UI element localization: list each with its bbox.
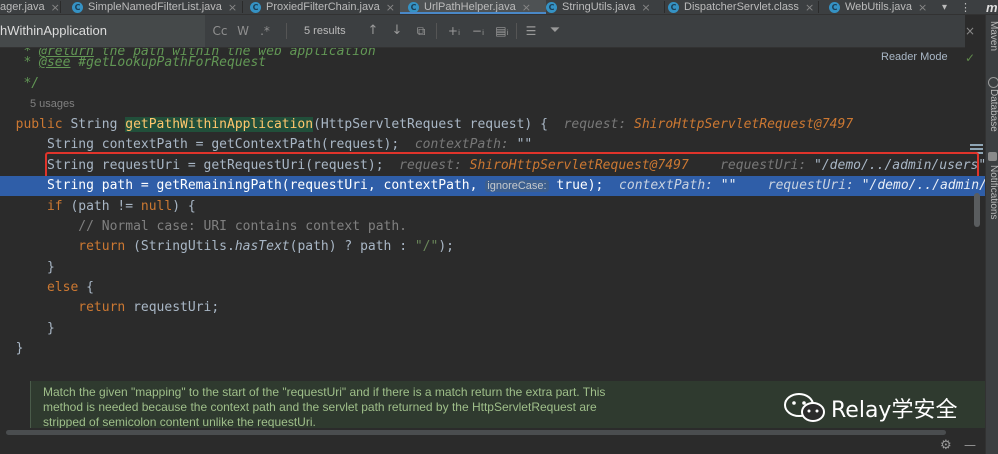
close-icon[interactable]: × (228, 1, 237, 14)
chevron-down-icon: ▾ (942, 1, 948, 13)
tab-label: ager.java (0, 1, 45, 13)
parameter-hint: ignoreCase: (485, 180, 549, 192)
tab-string-utils[interactable]: C StringUtils.java × (546, 0, 664, 14)
tab-divider (818, 1, 819, 13)
inspection-ok-icon[interactable]: ✓ (965, 51, 975, 65)
code-line: if (path != null) { (46, 199, 196, 214)
minimize-icon[interactable]: — (964, 438, 976, 452)
class-icon: C (250, 1, 261, 13)
search-input[interactable]: hWithinApplication (0, 15, 205, 47)
class-icon: C (72, 1, 83, 13)
javadoc-text: Match the given "mapping" to the start o… (43, 385, 606, 428)
search-results-count: 5 results (304, 25, 346, 37)
regex-button[interactable]: .* (256, 15, 274, 47)
database-icon (988, 77, 998, 88)
database-panel-label[interactable]: Database (986, 89, 998, 132)
remove-selection-icon[interactable]: −ᵢ (468, 15, 488, 47)
tab-divider (664, 1, 665, 13)
class-icon: C (668, 1, 679, 13)
editor-tab-bar: ager.java × C SimpleNamedFilterList.java… (0, 0, 998, 15)
tabs-overflow-button[interactable]: ▾ (942, 0, 956, 14)
select-all-occurrences-icon[interactable]: ▤ᵢ (492, 15, 512, 47)
code-line: return (StringUtils.hasText(path) ? path… (78, 239, 454, 254)
notifications-panel-label[interactable]: Notifications (986, 165, 998, 219)
code-line-current: String path = getRemainingPath(requestUr… (46, 178, 985, 193)
previous-occurrence-icon[interactable]: ↑ (364, 15, 382, 47)
maven-tool-button[interactable]: m (986, 0, 998, 14)
close-icon[interactable]: × (522, 1, 531, 14)
tab-label: DispatcherServlet.class (684, 1, 799, 13)
wechat-watermark: Relay学安全 (783, 391, 957, 425)
close-icon[interactable]: × (386, 1, 395, 14)
tab-label: StringUtils.java (562, 1, 636, 13)
watermark-text: Relay学安全 (831, 398, 958, 423)
horizontal-scrollbar[interactable] (6, 430, 946, 435)
close-search-icon[interactable]: × (963, 15, 977, 47)
tab-label: UrlPathHelper.java (424, 1, 516, 13)
notifications-icon (988, 152, 997, 161)
code-line: } (46, 321, 55, 336)
code-line: } (15, 341, 24, 356)
tab-web-utils[interactable]: C WebUtils.java × (829, 0, 937, 14)
code-editor[interactable]: Reader Mode ✓ * @return the path within … (0, 48, 985, 428)
words-button[interactable]: W (234, 15, 252, 47)
tab-proxied-filter-chain[interactable]: C ProxiedFilterChain.java × (250, 0, 398, 14)
close-icon[interactable]: × (641, 1, 650, 14)
close-icon[interactable]: × (805, 1, 814, 14)
divider (436, 23, 437, 39)
vertical-scrollbar[interactable] (974, 193, 980, 227)
more-icon: ⋮ (960, 1, 971, 14)
match-case-button[interactable]: Cc (210, 15, 230, 47)
tab-divider (242, 1, 243, 13)
tab-url-path-helper[interactable]: C UrlPathHelper.java × (400, 0, 546, 14)
code-line: else { (46, 280, 94, 295)
add-selection-icon[interactable]: +ᵢ (444, 15, 464, 47)
right-tool-window-strip: Maven Database Notifications (985, 15, 998, 454)
find-bar: hWithinApplication Cc W .* 5 results ↑ ↓… (0, 15, 975, 48)
divider (516, 23, 517, 39)
code-line: public String getPathWithinApplication(H… (15, 117, 854, 132)
open-in-window-icon[interactable]: ⧉ (412, 15, 430, 47)
usages-link[interactable]: 5 usages (30, 98, 75, 110)
tab-simple-named-filter-list[interactable]: C SimpleNamedFilterList.java × (72, 0, 242, 14)
close-icon[interactable]: × (51, 1, 60, 14)
search-query: hWithinApplication (0, 23, 107, 38)
divider (286, 23, 287, 39)
code-line: } (46, 260, 55, 275)
reader-mode-toggle[interactable]: Reader Mode (881, 51, 948, 63)
next-occurrence-icon[interactable]: ↓ (388, 15, 406, 47)
filter-icon[interactable]: ⏷ (546, 15, 564, 47)
tab-divider (60, 1, 61, 13)
editor-bottom-bar: ⚙ — (0, 436, 985, 454)
class-icon: C (546, 1, 557, 13)
close-icon[interactable]: × (918, 1, 927, 14)
filter-options-icon[interactable]: ☰ (522, 15, 540, 47)
more-tabs-button[interactable]: ⋮ (960, 0, 971, 14)
tab-label: ProxiedFilterChain.java (266, 1, 380, 13)
gear-icon[interactable]: ⚙ (940, 438, 952, 453)
code-line: return requestUri; (78, 300, 220, 315)
tab-dispatcher-servlet[interactable]: C DispatcherServlet.class × (668, 0, 816, 14)
code-line: */ (23, 76, 40, 91)
code-line: * @see #getLookupPathForRequest (23, 55, 267, 70)
maven-panel-label[interactable]: Maven (986, 21, 998, 51)
tab-ager-java[interactable]: ager.java × (0, 0, 60, 14)
tab-label: WebUtils.java (845, 1, 913, 13)
tab-label: SimpleNamedFilterList.java (88, 1, 222, 13)
code-line: // Normal case: URI contains context pat… (78, 219, 408, 234)
class-icon: C (408, 1, 419, 13)
maven-icon: m (986, 0, 998, 15)
wechat-logo-icon (784, 393, 825, 422)
class-icon: C (829, 1, 840, 13)
